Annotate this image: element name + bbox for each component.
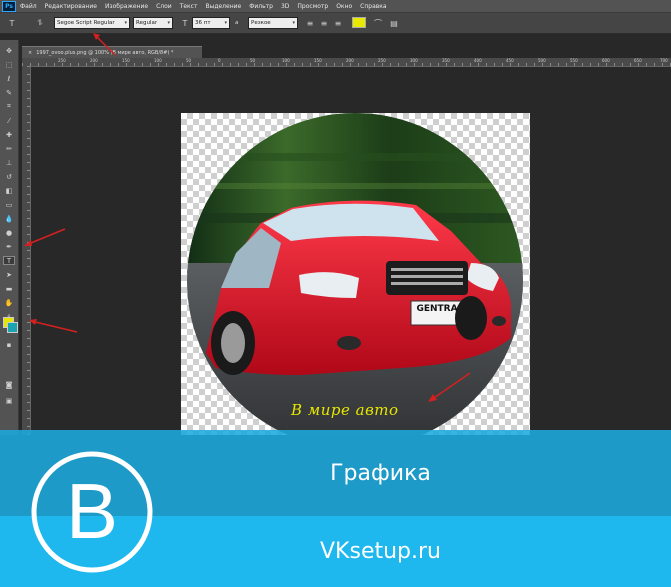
text-orientation-icon[interactable]: ⥮ (34, 17, 46, 29)
default-colors-icon[interactable]: ▪ (3, 340, 15, 349)
ruler-tick: 50 (186, 58, 192, 63)
align-right-icon[interactable]: ≡ (332, 17, 344, 29)
eyedropper-tool-icon[interactable]: ⁄ (3, 116, 15, 125)
path-select-tool-icon[interactable]: ➤ (3, 270, 15, 279)
text-color-swatch[interactable] (352, 17, 366, 28)
antialias-label: a (235, 20, 239, 26)
healing-tool-icon[interactable]: ✚ (3, 130, 15, 139)
ruler-tick: 350 (442, 58, 450, 63)
lasso-tool-icon[interactable]: ℓ (3, 74, 15, 83)
move-tool-icon[interactable]: ✥ (3, 46, 15, 55)
ruler-tick: 100 (282, 58, 290, 63)
menu-help[interactable]: Справка (360, 3, 386, 10)
vk-logo-letter: B (66, 467, 118, 555)
annotation-arrow (93, 33, 116, 56)
vk-logo: B (31, 451, 153, 573)
menu-window[interactable]: Окно (336, 3, 352, 10)
ruler-tick: 100 (154, 58, 162, 63)
ruler-tick: 700 (660, 58, 668, 63)
ruler-tick: 450 (506, 58, 514, 63)
pen-tool-icon[interactable]: ✒ (3, 242, 15, 251)
menu-bar: Ps Файл Редактирование Изображение Слои … (0, 0, 671, 12)
car-plate-text: GENTRA (416, 304, 458, 314)
ruler-tick: 300 (410, 58, 418, 63)
ruler-tick: 150 (314, 58, 322, 63)
blur-tool-icon[interactable]: 💧 (3, 214, 15, 223)
document-canvas[interactable]: GENTRA В мире авто (181, 113, 530, 435)
background-color-swatch[interactable] (7, 322, 18, 333)
ruler-tick: 200 (346, 58, 354, 63)
annotation-arrow (29, 319, 78, 333)
align-center-icon[interactable]: ≡ (318, 17, 330, 29)
chevron-down-icon: ▾ (167, 20, 170, 26)
ruler-tick: 550 (570, 58, 578, 63)
ruler-tick: 250 (58, 58, 66, 63)
brush-tool-icon[interactable]: ✏ (3, 144, 15, 153)
align-left-icon[interactable]: ≡ (304, 17, 316, 29)
menu-type[interactable]: Текст (180, 3, 198, 10)
ruler-tick: 0 (218, 58, 221, 63)
text-tool-icon[interactable]: T (3, 256, 15, 265)
font-size-select[interactable]: 36 пт ▾ (192, 17, 230, 29)
photoshop-logo: Ps (2, 0, 16, 12)
antialias-value: Резкое (251, 20, 271, 26)
screen-mode-icon[interactable]: ▣ (3, 396, 15, 405)
marquee-tool-icon[interactable]: ⬚ (3, 60, 15, 69)
dodge-tool-icon[interactable]: ● (3, 228, 15, 237)
ruler-tick: 600 (602, 58, 610, 63)
stamp-tool-icon[interactable]: ⊥ (3, 158, 15, 167)
menu-view[interactable]: Просмотр (297, 3, 328, 10)
menu-file[interactable]: Файл (20, 3, 37, 10)
antialias-select[interactable]: Резкое ▾ (248, 17, 298, 29)
ruler-tick: 50 (250, 58, 256, 63)
annotation-arrow (24, 228, 66, 246)
hand-tool-icon[interactable]: ✋ (3, 298, 15, 307)
text-tool-icon[interactable]: T (6, 17, 18, 29)
chevron-down-icon: ▾ (224, 20, 227, 26)
tools-panel: ✥ ⬚ ℓ ✎ ⌗ ⁄ ✚ ✏ ⊥ ↺ ◧ ▭ 💧 ● ✒ T ➤ ▬ ✋ ⌕ … (0, 40, 19, 435)
font-family-select[interactable]: Segoe Script Regular ▾ (54, 17, 130, 29)
gradient-tool-icon[interactable]: ▭ (3, 200, 15, 209)
menu-layers[interactable]: Слои (156, 3, 172, 10)
text-layer-caption[interactable]: В мире авто (291, 401, 399, 419)
ruler-tick: 650 (634, 58, 642, 63)
site-name: VKsetup.ru (320, 539, 441, 564)
menu-filter[interactable]: Фильтр (249, 3, 273, 10)
ruler-tick: 400 (474, 58, 482, 63)
quick-mask-icon[interactable]: ◙ (3, 380, 15, 389)
car-photo (187, 113, 523, 435)
crop-tool-icon[interactable]: ⌗ (3, 102, 15, 111)
ruler-tick: 250 (378, 58, 386, 63)
font-size-icon: T (182, 18, 188, 28)
annotation-arrow (428, 372, 471, 402)
chevron-down-icon: ▾ (124, 20, 127, 26)
chevron-down-icon: ▾ (292, 20, 295, 26)
category-title: Графика (330, 460, 431, 486)
menu-3d[interactable]: 3D (281, 3, 289, 10)
character-panel-icon[interactable]: ▤ (388, 17, 400, 29)
menu-image[interactable]: Изображение (105, 3, 148, 10)
quick-select-tool-icon[interactable]: ✎ (3, 88, 15, 97)
shape-tool-icon[interactable]: ▬ (3, 284, 15, 293)
menu-select[interactable]: Выделение (205, 3, 241, 10)
font-style-select[interactable]: Regular ▾ (133, 17, 173, 29)
menu-edit[interactable]: Редактирование (45, 3, 97, 10)
font-style-value: Regular (136, 20, 158, 26)
font-family-value: Segoe Script Regular (57, 20, 115, 26)
warp-text-icon[interactable]: ⌒ (372, 17, 384, 29)
font-size-value: 36 пт (195, 20, 211, 26)
vertical-ruler[interactable] (22, 66, 31, 435)
ruler-tick: 500 (538, 58, 546, 63)
close-icon[interactable]: × (28, 50, 32, 56)
eraser-tool-icon[interactable]: ◧ (3, 186, 15, 195)
history-brush-tool-icon[interactable]: ↺ (3, 172, 15, 181)
